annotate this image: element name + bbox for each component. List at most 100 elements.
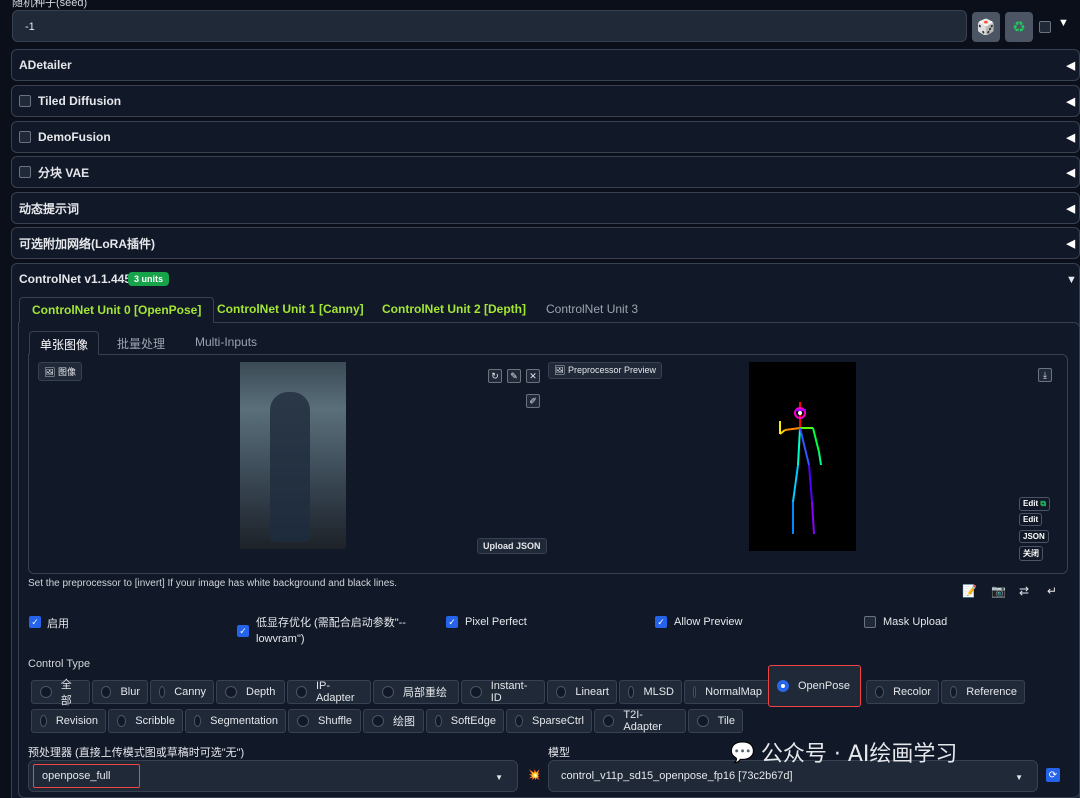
control-type-label: Control Type (28, 658, 91, 670)
radio-inpaint[interactable]: 局部重绘 (373, 680, 459, 704)
dice-button[interactable]: 🎲 (972, 12, 1000, 42)
radio-reference[interactable]: Reference (941, 680, 1025, 704)
edit-button[interactable]: Edit (1019, 513, 1043, 526)
radio-shuffle[interactable]: Shuffle (288, 709, 361, 733)
accordion-label: 动态提示词 (19, 201, 80, 216)
radio-sparsectrl[interactable]: SparseCtrl (506, 709, 592, 733)
image-icon: 🖼 (44, 367, 56, 377)
invert-hint: Set the preprocessor to [invert] If your… (28, 578, 398, 589)
brush-icon[interactable]: ✐ (526, 394, 540, 408)
radio-normalmap[interactable]: NormalMap (684, 680, 770, 704)
allow-preview-checkbox[interactable]: ✓ (655, 616, 667, 628)
recycle-icon: ♻ (1012, 19, 1026, 36)
image-icon: 🖼 (554, 365, 566, 375)
radio-mlsd[interactable]: MLSD (619, 680, 682, 704)
pixel-perfect-label: Pixel Perfect (465, 616, 527, 628)
radio-all[interactable]: 全部 (31, 679, 90, 707)
radio-blur[interactable]: Blur (92, 680, 148, 704)
accordion-tiled-diffusion[interactable]: Tiled Diffusion ◀ (11, 85, 1080, 117)
extra-seed-checkbox[interactable] (1039, 21, 1051, 33)
upload-json-button[interactable]: Upload JSON (477, 538, 547, 554)
collapse-icon: ◀ (1066, 132, 1075, 144)
pose-preview (749, 362, 856, 551)
radio-openpose[interactable]: OpenPose (768, 665, 861, 707)
enable-checkbox[interactable] (19, 95, 31, 107)
tab-multi-inputs[interactable]: Multi-Inputs (185, 331, 267, 355)
tab-unit-2[interactable]: ControlNet Unit 2 [Depth] (370, 297, 538, 323)
radio-tile[interactable]: Tile (688, 709, 743, 733)
radio-segmentation[interactable]: Segmentation (185, 709, 286, 733)
accordion-label: DemoFusion (38, 130, 111, 144)
radio-sketch[interactable]: 绘图 (363, 709, 424, 733)
radio-softedge[interactable]: SoftEdge (426, 709, 504, 733)
radio-t2i-adapter[interactable]: T2I-Adapter (594, 709, 686, 733)
radio-scribble[interactable]: Scribble (108, 709, 183, 733)
edit-openpose-button[interactable]: Edit ⧉ (1019, 497, 1051, 511)
units-badge: 3 units (128, 272, 170, 286)
accordion-label: Tiled Diffusion (38, 94, 122, 108)
preprocessor-value: openpose_full (33, 764, 140, 788)
close-button[interactable]: 关闭 (1019, 546, 1043, 561)
preprocessor-select[interactable]: openpose_full ▼ (28, 760, 518, 792)
camera-icon[interactable]: 📷 (991, 584, 1006, 598)
watermark: 💬 公众号 · AI绘画学习 (730, 740, 958, 767)
enable-label: 启用 (47, 618, 69, 630)
model-value: control_v11p_sd15_openpose_fp16 [73c2b67… (561, 770, 793, 782)
accordion-additional-networks[interactable]: 可选附加网络(LoRA插件) ◀ (11, 227, 1080, 259)
wechat-icon: 💬 (730, 740, 755, 764)
accordion-dynamic-prompts[interactable]: 动态提示词 ◀ (11, 192, 1080, 224)
send-icon[interactable]: ↵ (1047, 584, 1057, 598)
radio-recolor[interactable]: Recolor (866, 680, 939, 704)
collapse-icon: ◀ (1066, 96, 1075, 108)
radio-depth[interactable]: Depth (216, 680, 285, 704)
document-icon[interactable]: 📝 (962, 584, 977, 598)
recycle-button[interactable]: ♻ (1005, 12, 1033, 42)
lowvram-checkbox[interactable]: ✓ (237, 625, 249, 637)
enable-checkbox[interactable] (19, 131, 31, 143)
collapse-icon: ◀ (1066, 238, 1075, 250)
radio-revision[interactable]: Revision (31, 709, 106, 733)
accordion-label: ADetailer (19, 58, 72, 72)
chevron-down-icon: ▼ (495, 773, 503, 782)
radio-ip-adapter[interactable]: IP-Adapter (287, 680, 371, 704)
model-label: 模型 (548, 747, 570, 759)
pixel-perfect-checkbox[interactable]: ✓ (446, 616, 458, 628)
mask-upload-label: Mask Upload (883, 616, 948, 628)
radio-lineart[interactable]: Lineart (547, 680, 617, 704)
swap-icon[interactable]: ⇄ (1019, 584, 1029, 598)
radio-canny[interactable]: Canny (150, 680, 214, 704)
accordion-tiled-vae[interactable]: 分块 VAE ◀ (11, 156, 1080, 188)
input-image[interactable] (240, 362, 346, 549)
edit-icon[interactable]: ✎ (507, 369, 521, 383)
mask-upload-checkbox[interactable] (864, 616, 876, 628)
tab-single-image[interactable]: 单张图像 (29, 331, 100, 355)
accordion-demofusion[interactable]: DemoFusion ◀ (11, 121, 1080, 153)
close-icon[interactable]: ✕ (526, 369, 540, 383)
refresh-icon[interactable]: ⟳ (1046, 768, 1060, 782)
tab-unit-1[interactable]: ControlNet Unit 1 [Canny] (205, 297, 376, 323)
enable-checkbox[interactable]: ✓ (29, 616, 41, 628)
image-tag: 🖼 图像 (38, 362, 82, 381)
seed-input[interactable]: -1 (12, 10, 967, 42)
rotate-icon[interactable]: ↻ (488, 369, 502, 383)
collapse-icon: ◀ (1066, 167, 1075, 179)
expand-icon[interactable]: ▼ (1066, 274, 1077, 286)
seed-expand-icon[interactable]: ▼ (1058, 17, 1069, 29)
accordion-label: 分块 VAE (38, 165, 90, 180)
dice-icon: 🎲 (976, 19, 996, 36)
enable-checkbox[interactable] (19, 166, 31, 178)
run-preprocessor-icon[interactable]: 💥 (528, 770, 540, 781)
radio-instant-id[interactable]: Instant-ID (461, 680, 545, 704)
allow-preview-label: Allow Preview (674, 616, 743, 628)
external-icon: ⧉ (1040, 499, 1047, 508)
collapse-icon: ◀ (1066, 203, 1075, 215)
preview-tag: 🖼 Preprocessor Preview (548, 362, 662, 379)
controlnet-title[interactable]: ControlNet v1.1.445 (19, 272, 131, 286)
single-image-panel (28, 354, 1068, 574)
tab-unit-0[interactable]: ControlNet Unit 0 [OpenPose] (19, 297, 215, 323)
accordion-adetailer[interactable]: ADetailer ◀ (11, 49, 1080, 81)
download-icon[interactable]: ⤓ (1038, 368, 1052, 382)
tab-batch[interactable]: 批量处理 (107, 331, 175, 355)
tab-unit-3[interactable]: ControlNet Unit 3 (534, 297, 650, 323)
json-button[interactable]: JSON (1019, 530, 1049, 543)
